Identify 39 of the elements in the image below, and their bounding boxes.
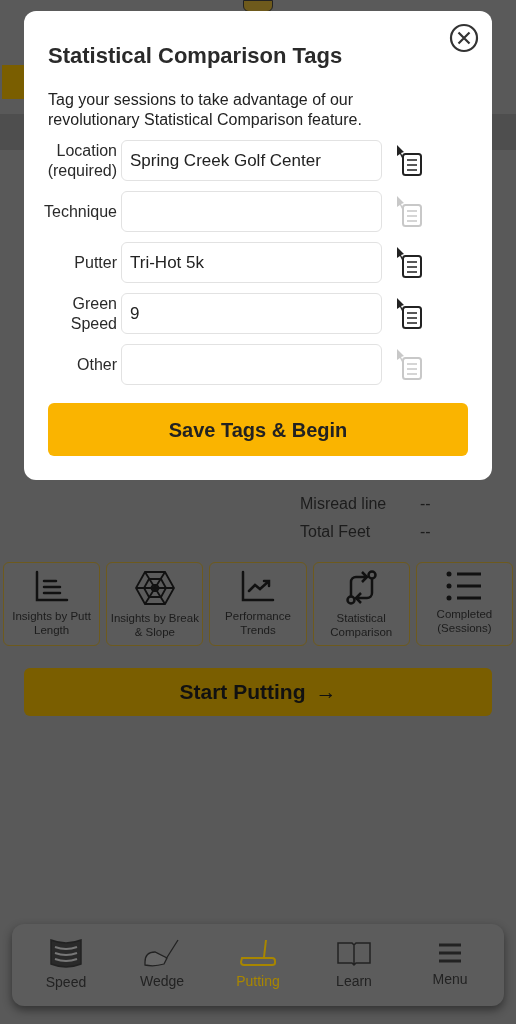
list-picker-icon[interactable]: [394, 143, 424, 178]
spider-web-icon: [134, 569, 175, 607]
save-tags-button[interactable]: Save Tags & Begin: [48, 403, 468, 456]
tab-item[interactable]: Menu: [410, 940, 490, 990]
stat-value: --: [420, 494, 431, 514]
tab-item[interactable]: Putting: [218, 938, 298, 992]
start-putting-button[interactable]: Start Putting →: [24, 668, 492, 716]
dialog-title: Statistical Comparison Tags: [48, 42, 343, 70]
arrow-icon: →: [315, 676, 337, 708]
insight-tile[interactable]: Insights by Break & Slope: [106, 562, 204, 646]
close-icon[interactable]: [449, 23, 479, 53]
insight-tile[interactable]: Insights by Putt Length: [3, 562, 101, 646]
input-field[interactable]: Spring Creek Golf Center: [121, 140, 382, 181]
stat-value: --: [420, 522, 431, 542]
field-label: Green Speed: [69, 293, 118, 334]
field-label: Other: [76, 354, 118, 375]
field-label: Putter: [73, 252, 118, 273]
speed-logo-icon: [49, 937, 83, 968]
insight-tile[interactable]: Statistical Comparison: [312, 562, 410, 646]
input-field[interactable]: [121, 344, 382, 385]
field-label: Technique: [44, 201, 118, 222]
stat-label: Misread line: [300, 494, 388, 514]
tab-item[interactable]: Learn: [314, 938, 394, 992]
dialog-description: Tag your sessions to take advantage of our revolutionary Statistical Comparison feature.: [48, 90, 363, 130]
button-label: Start Putting: [179, 679, 306, 706]
list-picker-icon[interactable]: [394, 296, 424, 331]
tab-item[interactable]: Wedge: [122, 938, 202, 992]
stat-label: Total Feet: [300, 522, 372, 542]
input-field[interactable]: 9: [121, 293, 382, 334]
logo-badge: [243, 0, 273, 12]
list-icon: [445, 569, 484, 603]
input-field[interactable]: [121, 191, 382, 232]
list-picker-icon[interactable]: [394, 245, 424, 280]
tab-item[interactable]: Speed: [26, 937, 106, 993]
putter-icon: [238, 938, 278, 967]
insight-tile[interactable]: Completed (Sessions): [415, 562, 513, 646]
field-label: Location (required): [46, 140, 118, 181]
insight-tile[interactable]: Performance Trends: [209, 562, 307, 646]
input-field[interactable]: Tri-Hot 5k: [121, 242, 382, 283]
